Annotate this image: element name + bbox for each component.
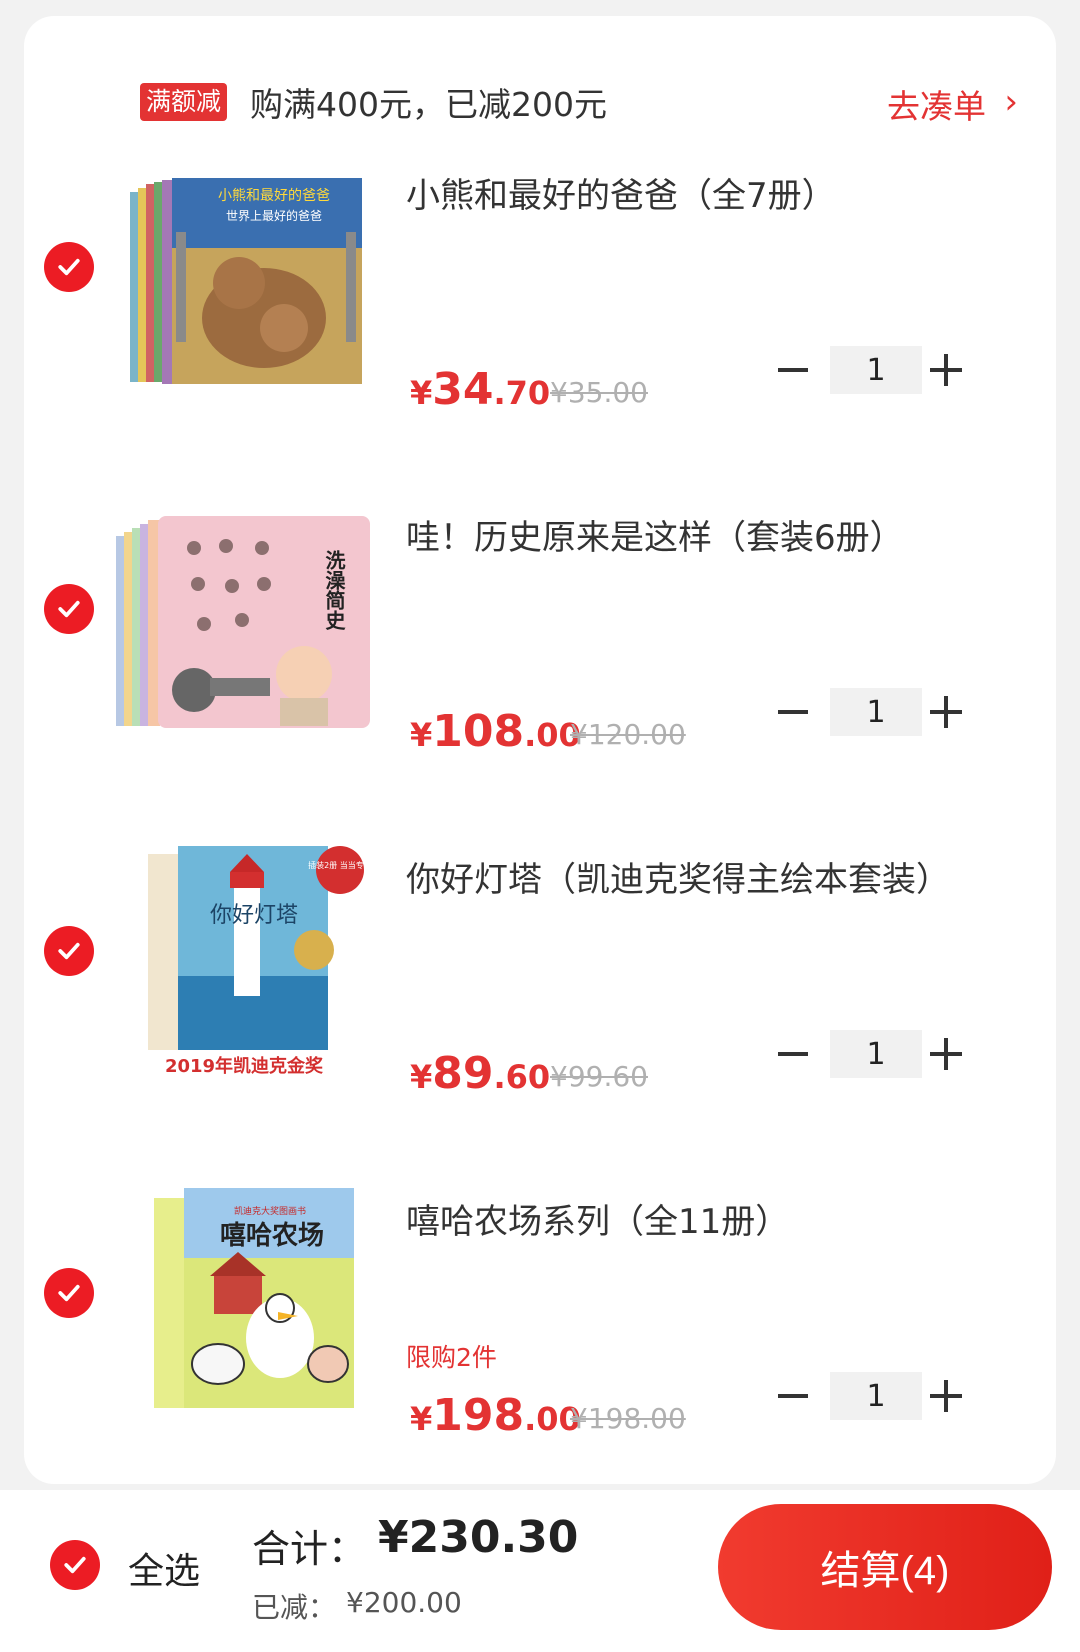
item-price: ¥198.00 bbox=[410, 1390, 581, 1441]
cover-badge: 插装2册 当当专供 bbox=[308, 860, 372, 870]
item-price: ¥34.70 bbox=[410, 364, 551, 415]
decrease-button[interactable] bbox=[778, 1052, 808, 1056]
cover-subtitle: 凯迪克大奖图画书 bbox=[234, 1205, 306, 1217]
original-price: ¥99.60 bbox=[550, 1060, 648, 1093]
quantity-field[interactable]: 1 bbox=[830, 1030, 922, 1078]
purchase-limit: 限购2件 bbox=[406, 1343, 497, 1372]
item-title[interactable]: 哇！历史原来是这样（套装6册） bbox=[406, 510, 904, 559]
checkmark-icon bbox=[58, 258, 80, 276]
increase-button[interactable] bbox=[930, 354, 962, 386]
promo-tag: 满额减 bbox=[140, 83, 228, 121]
total-label: 合计： bbox=[252, 1527, 367, 1571]
cart-item: 洗澡简史 哇！历史原来是这样（套装6册） ¥108.00 ¥120.00 1 bbox=[24, 478, 1056, 818]
quantity-field[interactable]: 1 bbox=[830, 1372, 922, 1420]
cover-caption: 2019年凯迪克金奖 bbox=[165, 1055, 324, 1076]
increase-button[interactable] bbox=[930, 1380, 962, 1412]
promo-text: 购满400元，已减200元 bbox=[250, 85, 607, 124]
checkout-button[interactable]: 结算(4) bbox=[718, 1504, 1052, 1630]
select-all-label[interactable]: 全选 bbox=[128, 1542, 200, 1594]
add-more-link[interactable]: 去凑单 bbox=[887, 80, 986, 128]
original-price: ¥35.00 bbox=[550, 376, 648, 409]
original-price: ¥120.00 bbox=[570, 718, 686, 751]
decrease-button[interactable] bbox=[778, 368, 808, 372]
select-all-checkbox[interactable] bbox=[50, 1540, 100, 1590]
checkmark-icon bbox=[58, 942, 80, 960]
reduced-label: 已减： bbox=[252, 1591, 337, 1624]
item-checkbox[interactable] bbox=[44, 584, 94, 634]
reduced-amount: ¥200.00 bbox=[346, 1586, 462, 1619]
original-price: ¥198.00 bbox=[570, 1402, 686, 1435]
increase-button[interactable] bbox=[930, 696, 962, 728]
item-title[interactable]: 小熊和最好的爸爸（全7册） bbox=[406, 168, 836, 217]
item-title[interactable]: 你好灯塔（凯迪克奖得主绘本套装） bbox=[406, 852, 950, 901]
promo-bar: 满额减 购满400元，已减200元 去凑单 › bbox=[116, 66, 1036, 136]
checkmark-icon bbox=[58, 1284, 80, 1302]
product-image[interactable]: 洗澡简史 bbox=[114, 514, 374, 744]
item-checkbox[interactable] bbox=[44, 1268, 94, 1318]
cart-card: 满额减 购满400元，已减200元 去凑单 › 小熊和最好的爸爸 世界上最好的爸… bbox=[24, 16, 1056, 1484]
cart-item: 插装2册 当当专供 你好灯塔 2019年凯迪克金奖 你好灯塔（凯迪克奖得主绘本套… bbox=[24, 820, 1056, 1160]
item-checkbox[interactable] bbox=[44, 242, 94, 292]
cover-title: 嘻哈农场 bbox=[220, 1221, 324, 1251]
cover-title: 小熊和最好的爸爸 bbox=[218, 188, 330, 204]
decrease-button[interactable] bbox=[778, 1394, 808, 1398]
item-price: ¥108.00 bbox=[410, 706, 581, 757]
increase-button[interactable] bbox=[930, 1038, 962, 1070]
checkmark-icon bbox=[58, 600, 80, 618]
cover-subtitle: 世界上最好的爸爸 bbox=[226, 208, 322, 223]
checkmark-icon bbox=[64, 1556, 86, 1574]
item-price: ¥89.60 bbox=[410, 1048, 551, 1099]
product-image[interactable]: 插装2册 当当专供 你好灯塔 2019年凯迪克金奖 bbox=[114, 846, 374, 1076]
cart-item: 小熊和最好的爸爸 世界上最好的爸爸 小熊和最好的爸爸（全7册） ¥34.70 ¥… bbox=[24, 136, 1056, 476]
decrease-button[interactable] bbox=[778, 710, 808, 714]
total-amount: ¥230.30 bbox=[378, 1512, 579, 1563]
checkout-bar: 全选 合计： ¥230.30 已减： ¥200.00 结算(4) bbox=[0, 1490, 1080, 1652]
product-image[interactable]: 凯迪克大奖图画书 嘻哈农场 bbox=[114, 1188, 374, 1418]
cart-item: 凯迪克大奖图画书 嘻哈农场 嘻哈农场系列（全11册） 限购2件 ¥198.00 … bbox=[24, 1162, 1056, 1502]
cover-title: 你好灯塔 bbox=[210, 903, 298, 928]
product-image[interactable]: 小熊和最好的爸爸 世界上最好的爸爸 bbox=[114, 178, 374, 408]
item-title[interactable]: 嘻哈农场系列（全11册） bbox=[406, 1194, 789, 1243]
chevron-right-icon[interactable]: › bbox=[1004, 82, 1018, 122]
item-checkbox[interactable] bbox=[44, 926, 94, 976]
quantity-field[interactable]: 1 bbox=[830, 688, 922, 736]
cover-title: 洗澡简史 bbox=[322, 550, 346, 631]
quantity-field[interactable]: 1 bbox=[830, 346, 922, 394]
